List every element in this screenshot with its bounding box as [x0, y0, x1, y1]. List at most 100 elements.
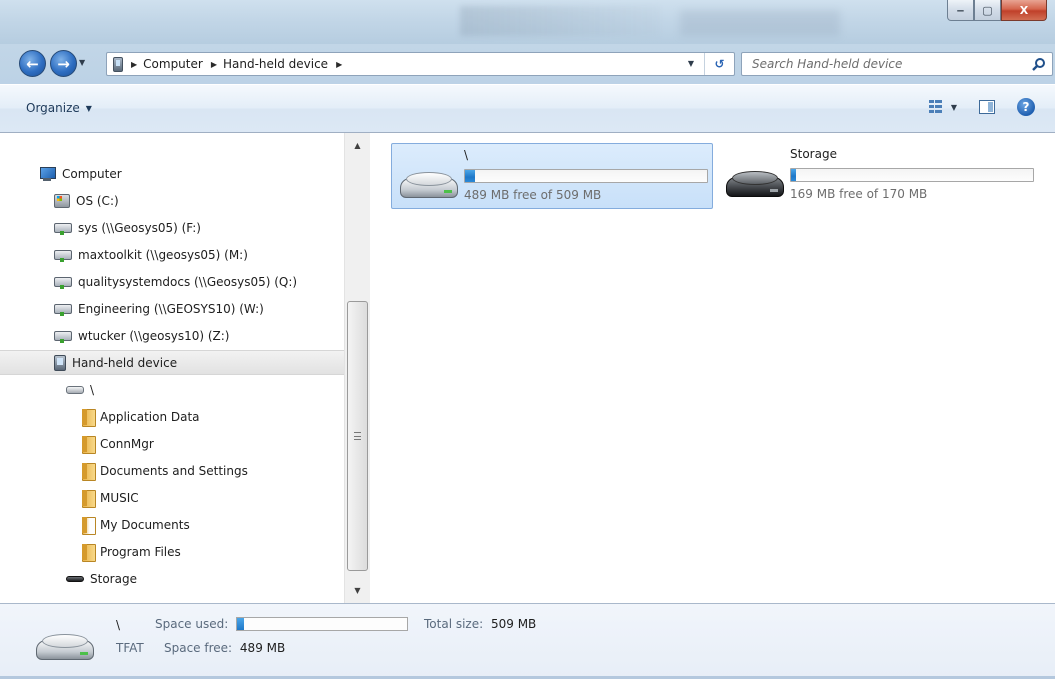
breadcrumb-separator[interactable]: ▶ — [336, 60, 348, 69]
folder-icon — [82, 489, 96, 508]
scroll-down-arrow-icon[interactable]: ▼ — [345, 582, 370, 599]
grip-icon — [354, 432, 361, 440]
documents-folder-icon — [82, 516, 96, 535]
address-bar[interactable]: ▶ Computer ▶ Hand-held device ▶ ▼ ↺ — [106, 52, 735, 76]
details-filesystem: TFAT — [116, 641, 144, 655]
nav-item-label: Storage — [90, 571, 137, 586]
nav-item-hand-held-device[interactable]: Hand-held device — [0, 350, 344, 375]
nav-item-os-drive[interactable]: OS (C:) — [54, 188, 119, 213]
space-used-bar — [236, 617, 409, 631]
details-total-size: Total size: 509 MB — [424, 617, 536, 631]
space-free-label: Space free: — [164, 641, 233, 655]
storage-drive-icon — [66, 575, 84, 582]
drive-name: \ — [464, 148, 469, 162]
search-input[interactable] — [742, 53, 1012, 75]
content-pane: \ 489 MB free of 509 MB Storage 169 MB f… — [371, 133, 1055, 603]
hard-drive-icon — [400, 172, 458, 200]
maximize-button[interactable]: ▢ — [974, 0, 1001, 21]
title-bar: ‒ ▢ X — [0, 0, 1055, 44]
nav-item-label: Documents and Settings — [100, 463, 248, 478]
navigation-pane: Computer OS (C:) sys (\\Geosys05) (F:) m… — [0, 133, 370, 603]
network-drive-icon — [54, 302, 72, 316]
close-button[interactable]: X — [1001, 0, 1047, 21]
nav-item-label: Engineering (\\GEOSYS10) (W:) — [78, 301, 264, 316]
nav-item-application-data[interactable]: Application Data — [82, 404, 200, 429]
hard-drive-icon — [36, 634, 94, 662]
views-icon — [928, 100, 943, 114]
device-icon — [54, 354, 66, 371]
drive-tile-storage[interactable]: Storage 169 MB free of 170 MB — [718, 143, 1040, 209]
nav-item-engineering-drive[interactable]: Engineering (\\GEOSYS10) (W:) — [54, 296, 264, 321]
nav-item-qualitysystemdocs-drive[interactable]: qualitysystemdocs (\\Geosys05) (Q:) — [54, 269, 297, 294]
background-blur — [680, 10, 840, 36]
nav-item-program-files[interactable]: Program Files — [82, 539, 181, 564]
address-history-dropdown[interactable]: ▼ — [688, 59, 694, 68]
total-size-value: 509 MB — [490, 617, 537, 631]
space-free-value: 489 MB — [239, 641, 286, 655]
computer-icon — [38, 166, 56, 181]
drive-free-space: 169 MB free of 170 MB — [790, 187, 928, 201]
breadcrumb-computer[interactable]: Computer — [143, 57, 203, 71]
chevron-down-icon[interactable]: ▼ — [951, 103, 957, 112]
folder-icon — [82, 462, 96, 481]
details-pane: \ TFAT Space used: Space free: 489 MB To… — [0, 603, 1055, 679]
back-button[interactable]: ← — [19, 50, 46, 77]
drive-icon — [66, 385, 84, 394]
drive-free-space: 489 MB free of 509 MB — [464, 188, 602, 202]
forward-button[interactable]: → — [50, 50, 77, 77]
organize-button[interactable]: Organize ▼ — [26, 101, 92, 115]
os-drive-icon — [54, 193, 70, 208]
folder-icon — [82, 408, 96, 427]
nav-item-music[interactable]: MUSIC — [82, 485, 139, 510]
preview-pane-icon[interactable] — [979, 100, 995, 114]
breadcrumb-separator[interactable]: ▶ — [131, 60, 143, 69]
scrollbar-thumb[interactable] — [347, 301, 368, 571]
drive-usage-bar — [790, 168, 1034, 182]
navigation-bar: ← → ▼ ▶ Computer ▶ Hand-held device ▶ ▼ … — [0, 44, 1055, 84]
nav-item-label: Computer — [62, 166, 122, 181]
nav-item-wtucker-drive[interactable]: wtucker (\\geosys10) (Z:) — [54, 323, 229, 348]
nav-item-documents-and-settings[interactable]: Documents and Settings — [82, 458, 248, 483]
search-icon[interactable] — [1032, 57, 1046, 71]
window-controls: ‒ ▢ X — [947, 0, 1047, 21]
minimize-button[interactable]: ‒ — [947, 0, 974, 21]
nav-pane-scrollbar[interactable]: ▲ ▼ — [344, 133, 370, 603]
nav-item-label: maxtoolkit (\\geosys05) (M:) — [78, 247, 248, 262]
folder-icon — [82, 543, 96, 562]
nav-item-storage[interactable]: Storage — [66, 566, 137, 591]
space-used-label: Space used: — [155, 617, 229, 631]
nav-item-computer[interactable]: Computer — [38, 161, 122, 186]
nav-item-label: My Documents — [100, 517, 190, 532]
nav-item-maxtoolkit-drive[interactable]: maxtoolkit (\\geosys05) (M:) — [54, 242, 248, 267]
drive-usage-bar — [464, 169, 708, 183]
drive-tile-root[interactable]: \ 489 MB free of 509 MB — [391, 143, 713, 209]
recent-pages-dropdown[interactable]: ▼ — [79, 58, 85, 67]
breadcrumb-hand-held-device[interactable]: Hand-held device — [223, 57, 328, 71]
change-view-button[interactable]: ▼ — [928, 100, 957, 114]
storage-drive-icon — [726, 171, 784, 199]
details-drive-name: \ — [116, 618, 121, 632]
help-icon[interactable]: ? — [1017, 98, 1035, 116]
command-bar: Organize ▼ ▼ ? — [0, 84, 1055, 133]
breadcrumb-separator[interactable]: ▶ — [211, 60, 223, 69]
scroll-up-arrow-icon[interactable]: ▲ — [345, 137, 370, 154]
refresh-icon[interactable]: ↺ — [704, 53, 734, 75]
total-size-label: Total size: — [424, 617, 484, 631]
network-drive-icon — [54, 248, 72, 262]
network-drive-icon — [54, 275, 72, 289]
nav-item-label: qualitysystemdocs (\\Geosys05) (Q:) — [78, 274, 298, 289]
nav-item-connmgr[interactable]: ConnMgr — [82, 431, 154, 456]
details-space-used: Space used: — [155, 617, 409, 631]
nav-item-label: MUSIC — [100, 490, 139, 505]
nav-item-my-documents[interactable]: My Documents — [82, 512, 190, 537]
background-blur — [460, 6, 660, 36]
nav-item-label: OS (C:) — [76, 193, 119, 208]
nav-item-root-drive[interactable]: \ — [66, 377, 94, 402]
nav-item-label: sys (\\Geosys05) (F:) — [78, 220, 201, 235]
search-box[interactable] — [741, 52, 1053, 76]
folder-icon — [82, 435, 96, 454]
nav-item-label: wtucker (\\geosys10) (Z:) — [78, 328, 230, 343]
details-space-free: Space free: 489 MB — [164, 641, 285, 655]
nav-item-sys-drive[interactable]: sys (\\Geosys05) (F:) — [54, 215, 201, 240]
device-icon — [113, 56, 123, 72]
